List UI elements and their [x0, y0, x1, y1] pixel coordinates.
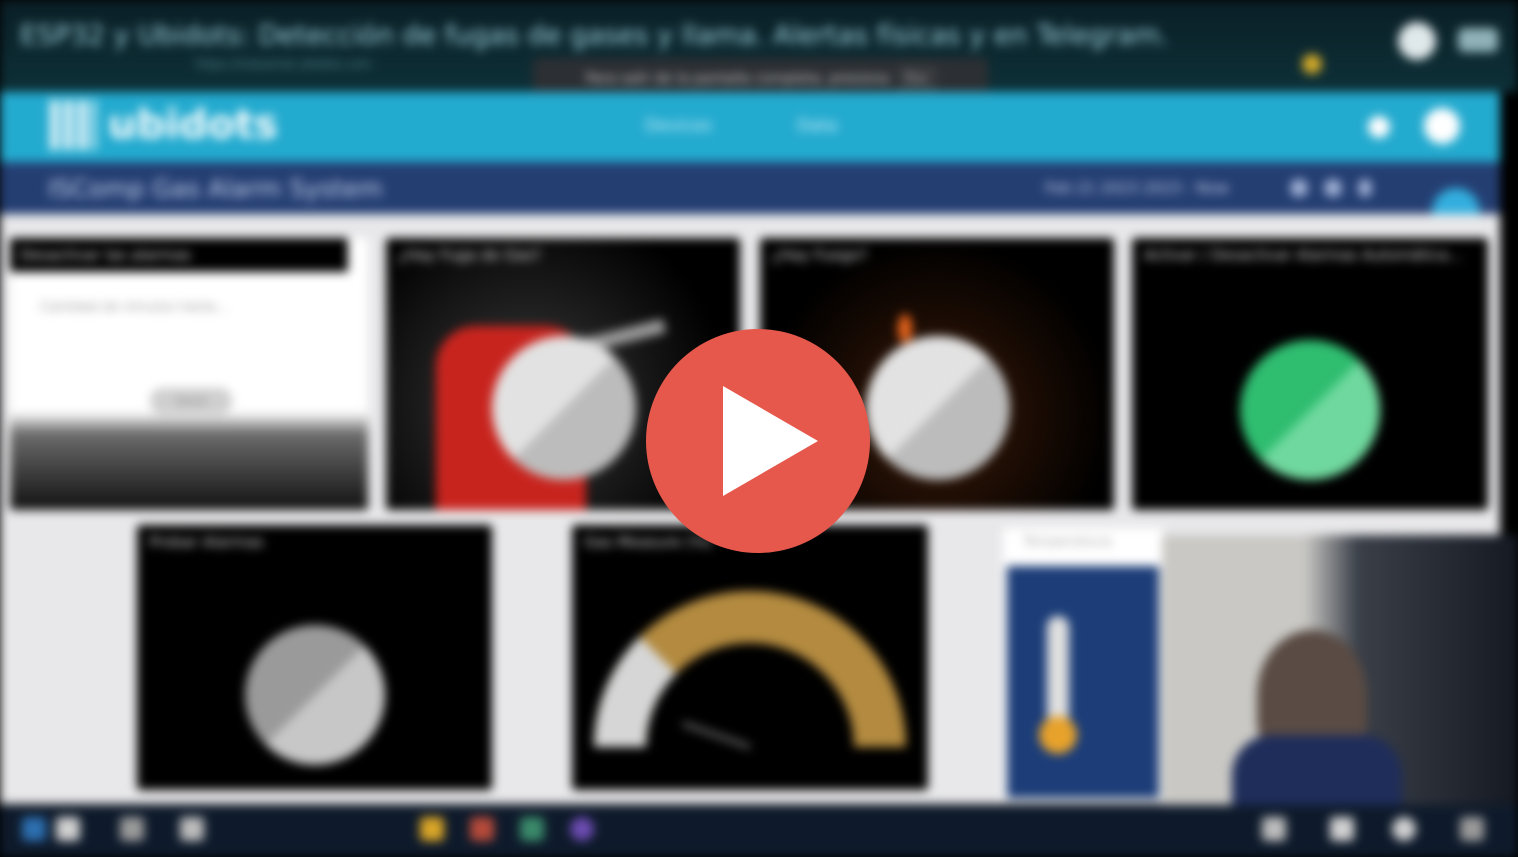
dashboard-bar: ISComp Gas Alarm System Feb 21 2023 2023…	[0, 162, 1500, 214]
thermometer-panel	[1007, 566, 1159, 798]
app-icon[interactable]	[520, 817, 544, 841]
fullscreen-exit-key: Esc	[899, 68, 936, 90]
ubidots-logo-icon	[50, 100, 96, 150]
folder-icon[interactable]	[420, 817, 444, 841]
fire-indicator-light	[866, 336, 1010, 480]
bell-icon[interactable]	[1368, 116, 1390, 138]
fullscreen-notice-text: Para salir de la pantalla completa, pres…	[585, 71, 890, 87]
ubidots-logo: ubidots	[108, 102, 278, 148]
widget-title: Desactivar las alarmas	[10, 238, 348, 272]
presenter-body	[1232, 735, 1402, 805]
widget-disable-alarms: Desactivar las alarmas Cantidad de minut…	[10, 238, 368, 510]
more-icon[interactable]	[1358, 179, 1372, 197]
widget-auto-alarms: Activar / Desactivar Alarmas Automática.…	[1132, 238, 1488, 510]
gas-gauge	[594, 591, 906, 749]
play-icon	[723, 386, 818, 496]
flame-icon	[898, 314, 912, 342]
clock-icon	[1398, 22, 1436, 60]
gas-indicator-light	[492, 336, 636, 480]
settings-gear-icon[interactable]	[1392, 817, 1416, 841]
widget-test-alarms: Probar Alarmas	[137, 525, 492, 790]
test-alarm-toggle[interactable]	[245, 625, 385, 765]
send-button[interactable]: Send	[150, 388, 232, 414]
share-icon	[1458, 28, 1498, 52]
thermometer-bulb	[1039, 716, 1077, 754]
next-icon[interactable]	[120, 817, 144, 841]
settings-icon[interactable]	[1324, 179, 1342, 197]
widget-temperature: Temperatura	[1003, 528, 1163, 798]
video-player[interactable]: ESP32 y Ubidots: Detección de fugas de g…	[0, 0, 1518, 857]
user-avatar-icon[interactable]	[1424, 108, 1460, 144]
minutes-input-label: Cantidad de minutos hasta...	[40, 300, 229, 315]
edit-icon[interactable]	[1290, 179, 1308, 197]
dashboard-title[interactable]: ISComp Gas Alarm System	[48, 174, 383, 203]
widget-title: ¿Hay Fuga de Gas?	[398, 246, 541, 264]
widget-title: Temperatura	[1023, 534, 1112, 550]
fullscreen-icon[interactable]	[1460, 817, 1484, 841]
play-button[interactable]	[646, 329, 870, 553]
minutes-input[interactable]	[30, 326, 360, 364]
widget-gas-gauge: Gas Measure (%)	[572, 525, 928, 790]
video-title: ESP32 y Ubidots: Detección de fugas de g…	[20, 20, 1169, 51]
gauge-arc-base	[594, 636, 678, 748]
nav-data[interactable]: Data	[797, 116, 838, 136]
gauge-needle	[682, 721, 751, 749]
ubidots-header: ubidots Devices Data	[0, 92, 1500, 162]
webcam-overlay	[1162, 535, 1518, 805]
search-icon[interactable]	[570, 817, 594, 841]
player-taskbar	[0, 805, 1518, 857]
nav-devices[interactable]: Devices	[645, 116, 712, 136]
chrome-icon[interactable]	[470, 817, 494, 841]
captions-icon[interactable]	[1262, 817, 1286, 841]
auto-alarm-toggle[interactable]	[1240, 340, 1380, 480]
widget-title: Activar / Desactivar Alarmas Automática.…	[1144, 246, 1463, 264]
widget-title: Probar Alarmas	[149, 533, 264, 551]
play-small-icon[interactable]	[56, 817, 80, 841]
star-icon	[1302, 54, 1322, 74]
date-range-selector[interactable]: Feb 21 2023 2023 - Now	[1045, 179, 1229, 197]
chat-icon[interactable]	[1330, 817, 1354, 841]
address-url: https://industrial.ubidots.com	[195, 57, 372, 71]
widget-title: ¿Hay Fuego?	[772, 246, 868, 264]
volume-icon[interactable]	[180, 817, 204, 841]
windows-start-icon[interactable]	[22, 817, 46, 841]
